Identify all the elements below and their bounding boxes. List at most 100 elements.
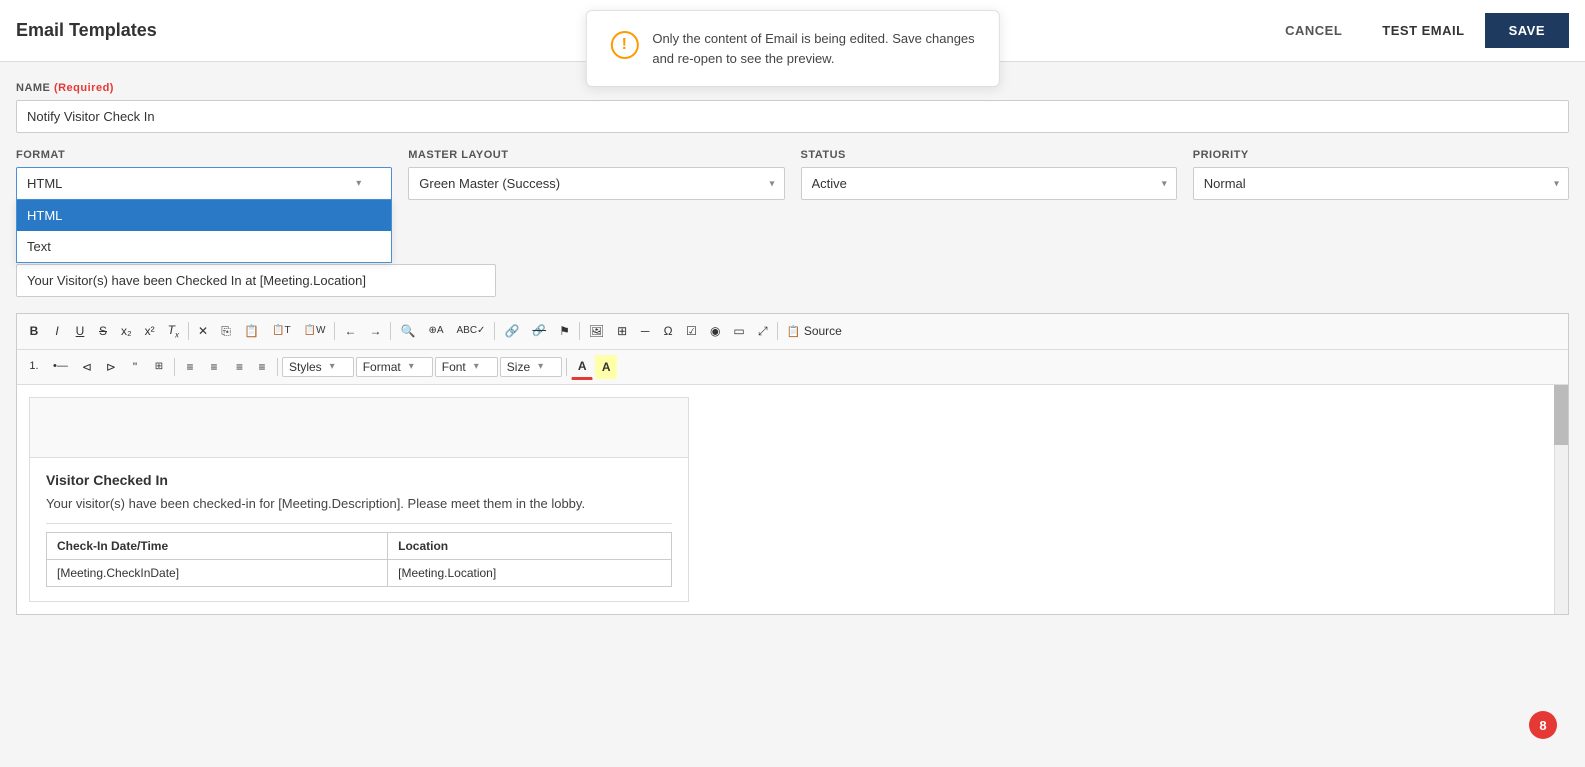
toolbar-sep-7 xyxy=(174,358,175,376)
toolbar-sep-3 xyxy=(390,322,391,340)
spellcheck-button[interactable]: ABC✓ xyxy=(451,320,492,342)
master-layout-select-wrapper: Green Master (Success) ▾ xyxy=(408,167,784,200)
table-button[interactable]: ⊞ xyxy=(611,319,633,344)
font-color-button[interactable]: A xyxy=(571,354,593,381)
font-dropdown[interactable]: Font xyxy=(435,357,498,377)
status-select-wrapper: Active ▾ xyxy=(801,167,1177,200)
radio-button[interactable]: ◉ xyxy=(704,319,726,344)
status-label: STATUS xyxy=(801,149,1177,161)
checkbox-button[interactable]: ☑ xyxy=(680,319,703,344)
notification-badge: 8 xyxy=(1529,711,1557,739)
toolbar-sep-8 xyxy=(277,358,278,376)
scrollbar-track[interactable] xyxy=(1554,385,1568,614)
header-actions: CANCEL TEST EMAIL SAVE xyxy=(1265,13,1569,48)
size-dropdown[interactable]: Size xyxy=(500,357,562,377)
toolbar-sep-4 xyxy=(494,322,495,340)
subject-input[interactable] xyxy=(16,264,496,297)
remove-format-button[interactable]: Tx xyxy=(162,318,185,345)
maximize-button[interactable]: ⤢ xyxy=(752,319,774,344)
format-label: FORMAT xyxy=(16,149,392,161)
redo-button[interactable]: → xyxy=(363,319,387,344)
indent-button[interactable]: ⊳ xyxy=(100,355,122,380)
link-button[interactable]: 🔗 xyxy=(498,319,525,344)
main-content: NAME (Required) FORMAT HTML ▾ HTML Text … xyxy=(0,62,1585,635)
format-dropdown[interactable]: Format xyxy=(356,357,433,377)
master-layout-select[interactable]: Green Master (Success) xyxy=(408,167,784,200)
unlink-button[interactable]: 🔗 xyxy=(526,320,552,343)
source-icon: 📋 xyxy=(787,326,801,338)
undo-button[interactable]: ← xyxy=(338,319,362,344)
iframe-button[interactable]: ▭ xyxy=(727,319,750,344)
scrollbar-thumb[interactable] xyxy=(1554,385,1568,445)
editor-section: B I U S x₂ x² Tx ✕ ⎘ 📋 📋T 📋W ← → 🔍 ⊕A AB… xyxy=(16,313,1569,615)
status-select[interactable]: Active xyxy=(801,167,1177,200)
table-cell-location: [Meeting.Location] xyxy=(388,560,672,587)
email-table: Check-In Date/Time Location [Meeting.Che… xyxy=(46,532,672,587)
editor-scroll-wrapper: Visitor Checked In Your visitor(s) have … xyxy=(17,385,1568,614)
status-field-group: STATUS Active ▾ xyxy=(801,149,1177,200)
strikethrough-button[interactable]: S xyxy=(92,319,114,344)
align-right-button[interactable]: ≡ xyxy=(227,355,249,380)
horizontal-line-button[interactable]: ─ xyxy=(634,319,656,344)
italic-button[interactable]: I xyxy=(46,319,68,344)
toast-message: Only the content of Email is being edite… xyxy=(652,29,974,68)
underline-button[interactable]: U xyxy=(69,319,91,344)
outdent-button[interactable]: ⊲ xyxy=(76,355,98,380)
email-divider xyxy=(46,523,672,524)
paste-from-word-button[interactable]: 📋W xyxy=(298,320,332,342)
toolbar-sep-6 xyxy=(777,322,778,340)
select-all-button[interactable]: ⊕A xyxy=(422,320,449,342)
image-button[interactable]: 🖼 xyxy=(583,319,610,344)
format-select[interactable]: HTML ▾ xyxy=(16,167,392,200)
priority-field-group: PRIORITY Normal ▾ xyxy=(1193,149,1569,200)
format-arrow-icon: ▾ xyxy=(356,178,361,189)
header: Email Templates ! Only the content of Em… xyxy=(0,0,1585,62)
table-header-col1: Check-In Date/Time xyxy=(47,533,388,560)
ordered-list-button[interactable]: 1. xyxy=(23,355,45,378)
warning-icon: ! xyxy=(610,31,638,59)
toolbar-sep-2 xyxy=(334,322,335,340)
editor-content[interactable]: Visitor Checked In Your visitor(s) have … xyxy=(17,385,1568,614)
anchor-button[interactable]: ⚑ xyxy=(553,319,576,344)
email-title: Visitor Checked In xyxy=(46,472,672,488)
table-cell-checkin-date: [Meeting.CheckInDate] xyxy=(47,560,388,587)
unordered-list-button[interactable]: •— xyxy=(47,355,74,378)
blockquote-button[interactable]: " xyxy=(124,355,146,380)
format-dropdown-list: HTML Text xyxy=(16,200,392,263)
styles-dropdown[interactable]: Styles xyxy=(282,357,354,377)
master-layout-label: MASTER LAYOUT xyxy=(408,149,784,161)
email-preview: Visitor Checked In Your visitor(s) have … xyxy=(29,397,689,602)
align-center-button[interactable]: ≡ xyxy=(203,355,225,380)
toolbar-sep-5 xyxy=(579,322,580,340)
format-option-html[interactable]: HTML xyxy=(17,200,391,231)
master-layout-field-group: MASTER LAYOUT Green Master (Success) ▾ xyxy=(408,149,784,200)
cut-button[interactable]: ✕ xyxy=(192,319,214,344)
priority-select[interactable]: Normal xyxy=(1193,167,1569,200)
cancel-button[interactable]: CANCEL xyxy=(1265,13,1362,48)
table-header-row: Check-In Date/Time Location xyxy=(47,533,672,560)
format-dropdown-wrapper: HTML ▾ HTML Text xyxy=(16,167,392,200)
name-input[interactable] xyxy=(16,100,1569,133)
toolbar-sep-1 xyxy=(188,322,189,340)
test-email-button[interactable]: TEST EMAIL xyxy=(1362,13,1484,48)
subscript-button[interactable]: x₂ xyxy=(115,319,138,344)
table-row: [Meeting.CheckInDate] [Meeting.Location] xyxy=(47,560,672,587)
priority-label: PRIORITY xyxy=(1193,149,1569,161)
superscript-button[interactable]: x² xyxy=(139,319,161,344)
copy-button[interactable]: ⎘ xyxy=(215,319,237,344)
priority-select-wrapper: Normal ▾ xyxy=(1193,167,1569,200)
find-button[interactable]: 🔍 xyxy=(394,319,421,344)
divider-button[interactable]: ⊞ xyxy=(148,356,170,378)
email-body-text: Your visitor(s) have been checked-in for… xyxy=(46,496,672,511)
toolbar-sep-9 xyxy=(566,358,567,376)
align-justify-button[interactable]: ≡ xyxy=(251,355,273,380)
bg-color-button[interactable]: A xyxy=(595,355,617,380)
save-button[interactable]: SAVE xyxy=(1485,13,1569,48)
source-button[interactable]: 📋 Source xyxy=(781,319,848,344)
paste-button[interactable]: 📋 xyxy=(238,319,265,344)
bold-button[interactable]: B xyxy=(23,319,45,344)
paste-text-button[interactable]: 📋T xyxy=(266,320,297,342)
align-left-button[interactable]: ≡ xyxy=(179,355,201,380)
special-char-button[interactable]: Ω xyxy=(657,319,679,344)
format-option-text[interactable]: Text xyxy=(17,231,391,262)
